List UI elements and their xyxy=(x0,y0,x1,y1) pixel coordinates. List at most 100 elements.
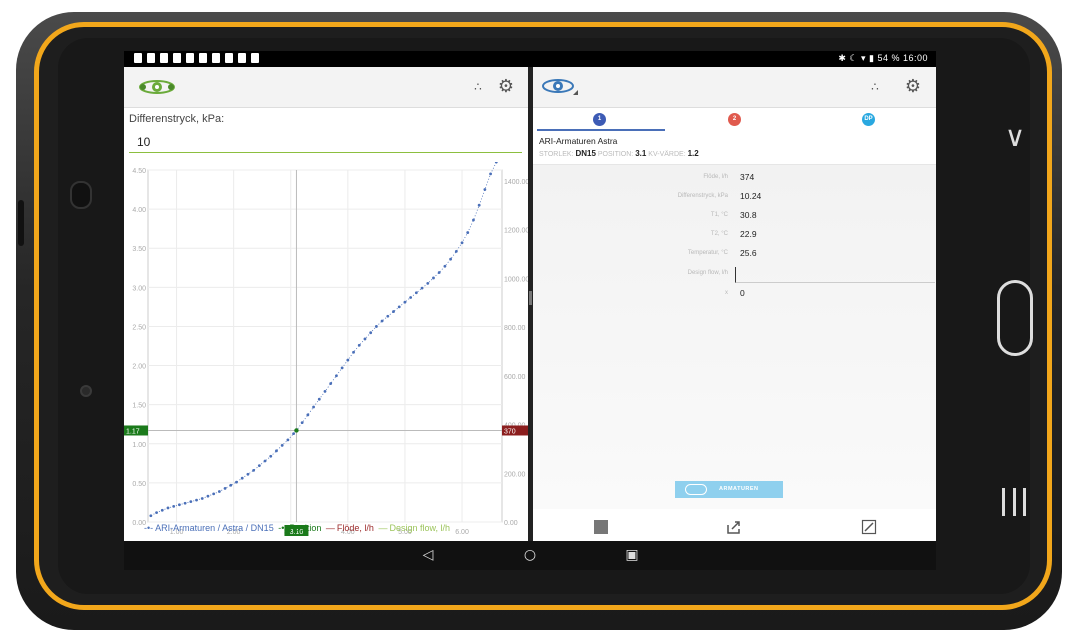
screen: ✱ ☾ ▾ ▮ 54 % 16:00 ∴ ⚙ Differenstryck, k… xyxy=(124,51,936,570)
curve-point xyxy=(380,319,384,323)
curve-point xyxy=(397,305,401,309)
curve-point xyxy=(200,497,204,500)
tab-2[interactable]: 2 xyxy=(728,113,741,126)
nav-recents-icon[interactable]: ▣ xyxy=(624,547,640,563)
plot-area xyxy=(147,169,503,523)
curve-point xyxy=(172,504,176,508)
share-nodes-icon[interactable]: ∴ xyxy=(866,78,884,96)
data-row-x: x 0 xyxy=(533,286,936,305)
curve-point xyxy=(189,500,193,504)
brand-logo-emblem xyxy=(685,484,707,495)
tab-dp[interactable]: DP xyxy=(862,113,875,126)
curve-point xyxy=(223,486,227,490)
y-left-tick-label: 2.50 xyxy=(132,324,146,331)
measurement-tabs: 1 2 DP xyxy=(533,108,936,130)
curve-point xyxy=(443,264,447,268)
stop-icon[interactable] xyxy=(593,519,609,535)
navigation-bar: ◁ ○ ▣ xyxy=(124,541,936,570)
settings-gear-icon[interactable]: ⚙ xyxy=(904,78,922,96)
hardware-menu-icon[interactable] xyxy=(1002,488,1026,516)
curve-point xyxy=(335,374,338,378)
legend-flow: Flöde, l/h xyxy=(336,523,374,533)
curve-point xyxy=(246,472,250,476)
hardware-back-icon[interactable]: ∨ xyxy=(1000,122,1030,152)
app-logo-icon[interactable] xyxy=(138,77,176,97)
storlek-value: DN15 xyxy=(575,149,596,158)
curve-point xyxy=(317,397,321,401)
nav-back-icon[interactable]: ◁ xyxy=(420,547,436,563)
y-left-tick-label: 4.00 xyxy=(132,207,146,214)
notification-icon xyxy=(160,53,168,63)
data-value: 22.9 xyxy=(740,229,757,239)
edit-icon[interactable] xyxy=(861,519,877,535)
notification-icon xyxy=(199,53,207,63)
curve-point xyxy=(466,231,470,234)
data-value: 25.6 xyxy=(740,248,757,258)
hardware-home-button[interactable] xyxy=(997,280,1033,356)
brand-logo-text: ARMATUREN xyxy=(719,486,759,492)
left-app-bar: ∴ ⚙ xyxy=(124,67,528,108)
curve-point xyxy=(149,514,153,518)
settings-gear-icon[interactable]: ⚙ xyxy=(497,78,515,96)
product-details: STORLEK: DN15 POSITION: 3.1 KV-VÄRDE: 1.… xyxy=(539,149,699,158)
data-row-differential-pressure: Differenstryck, kPa 10.24 xyxy=(533,189,936,208)
notification-icons xyxy=(134,53,259,63)
data-row-t2: T2, °C 22.9 xyxy=(533,227,936,246)
notification-icon xyxy=(212,53,220,63)
kv-label: KV-VÄRDE: xyxy=(648,151,686,158)
right-pane: ∴ ⚙ 1 2 DP ARI-Armaturen Astra STORLEK: … xyxy=(533,67,936,541)
curve-point xyxy=(363,337,367,341)
data-label: Design flow, l/h xyxy=(687,270,728,276)
curve-point xyxy=(280,443,284,447)
data-label: T1, °C xyxy=(710,212,728,218)
curve-point xyxy=(155,511,158,515)
legend-series-mark: -•- xyxy=(144,523,154,533)
differential-pressure-input[interactable] xyxy=(129,131,522,153)
curve-point xyxy=(352,350,355,354)
curve-point xyxy=(432,276,435,280)
notification-icon xyxy=(173,53,181,63)
legend-design-mark: — xyxy=(378,523,388,533)
legend-design-flow: Design flow, l/h xyxy=(389,523,450,533)
app-logo-icon[interactable] xyxy=(541,77,579,97)
valve-curve-chart[interactable]: 1.002.003.004.005.006.000.000.501.001.50… xyxy=(124,162,528,541)
design-flow-input[interactable] xyxy=(735,267,935,283)
storlek-label: STORLEK: xyxy=(539,151,574,158)
curve-point xyxy=(300,421,304,425)
curve-point xyxy=(494,162,498,164)
data-label: x xyxy=(725,290,728,296)
position-point xyxy=(294,428,299,433)
curve-point xyxy=(357,343,361,347)
notification-icon xyxy=(147,53,155,63)
notification-icon xyxy=(225,53,233,63)
position-value: 3.1 xyxy=(635,149,647,158)
y-left-tick-label: 4.50 xyxy=(132,168,146,175)
curve-point xyxy=(257,464,261,468)
data-label: T2, °C xyxy=(710,231,728,237)
data-label: Differenstryck, kPa xyxy=(677,193,728,199)
y-right-tick-label: 1400.00 xyxy=(504,179,528,186)
kv-value: 1.2 xyxy=(687,149,699,158)
curve-point xyxy=(449,257,453,261)
curve-point xyxy=(306,413,310,417)
legend-series: ARI-Armaturen / Astra / DN15 xyxy=(155,523,274,533)
share-nodes-icon[interactable]: ∴ xyxy=(469,78,487,96)
y-left-tick-label: 2.00 xyxy=(132,364,146,371)
curve-point xyxy=(477,203,481,207)
camera xyxy=(70,181,92,209)
curve-point xyxy=(160,508,164,512)
y-right-tick-label: 200.00 xyxy=(504,471,526,478)
tablet-device: ∨ ✱ ☾ ▾ ▮ 54 % 16:00 ∴ ⚙ Differenstryck,… xyxy=(0,0,1068,633)
tab-1[interactable]: 1 xyxy=(593,113,606,126)
curve-point xyxy=(183,501,187,505)
data-row-design-flow: Design flow, l/h xyxy=(533,266,936,285)
curve-point xyxy=(420,286,424,290)
curve-point xyxy=(217,490,221,493)
curve-point xyxy=(489,172,492,176)
curve-point xyxy=(386,314,390,318)
split-divider-handle[interactable] xyxy=(529,291,532,305)
y-right-tick-label: 600.00 xyxy=(504,374,526,381)
nav-home-icon[interactable]: ○ xyxy=(522,547,538,563)
curve-point xyxy=(312,405,315,409)
share-icon[interactable] xyxy=(726,519,742,535)
